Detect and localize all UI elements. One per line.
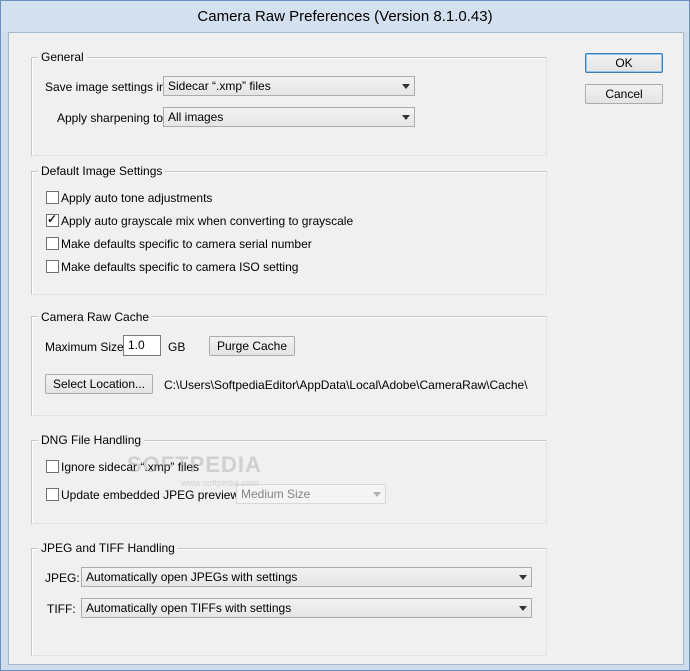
cache-path-text: C:\Users\SoftpediaEditor\AppData\Local\A… (164, 378, 528, 392)
cache-unit-label: GB (168, 340, 186, 354)
jpeg-handling-value: Automatically open JPEGs with settings (86, 570, 298, 584)
dialog-client-area: OK Cancel General Save image settings in… (8, 32, 684, 665)
dng-legend: DNG File Handling (38, 433, 145, 447)
purge-cache-button[interactable]: Purge Cache (209, 336, 295, 356)
max-size-label: Maximum Size: (45, 340, 128, 354)
sharpening-label: Apply sharpening to: (57, 111, 167, 125)
jpeg-tiff-legend: JPEG and TIFF Handling (38, 541, 178, 555)
chevron-down-icon (519, 606, 527, 611)
sharpening-select[interactable]: All images (163, 107, 415, 127)
max-size-input[interactable]: 1.0 (123, 335, 161, 356)
select-location-button[interactable]: Select Location... (45, 374, 153, 394)
ok-button[interactable]: OK (585, 53, 663, 73)
save-settings-value: Sidecar “.xmp” files (168, 79, 271, 93)
softpedia-watermark-url: www.softpedia.com (181, 478, 259, 488)
default-image-legend: Default Image Settings (38, 164, 166, 178)
iso-setting-checkbox[interactable] (46, 260, 59, 273)
auto-grayscale-checkbox[interactable]: ✓ (46, 212, 59, 227)
iso-setting-label[interactable]: Make defaults specific to camera ISO set… (61, 260, 298, 274)
update-previews-checkbox[interactable] (46, 488, 59, 501)
update-previews-label[interactable]: Update embedded JPEG previews: (61, 488, 248, 502)
dng-group (31, 440, 547, 524)
save-settings-select[interactable]: Sidecar “.xmp” files (163, 76, 415, 96)
preview-size-value: Medium Size (241, 487, 311, 501)
auto-tone-checkbox[interactable] (46, 191, 59, 204)
tiff-handling-value: Automatically open TIFFs with settings (86, 601, 292, 615)
jpeg-handling-select[interactable]: Automatically open JPEGs with settings (81, 567, 532, 587)
ignore-sidecar-checkbox[interactable] (46, 460, 59, 473)
chevron-down-icon (402, 84, 410, 89)
save-settings-label: Save image settings in: (45, 80, 170, 94)
cache-group (31, 316, 547, 416)
auto-tone-label[interactable]: Apply auto tone adjustments (61, 191, 212, 205)
window-title: Camera Raw Preferences (Version 8.1.0.43… (1, 1, 689, 32)
serial-number-label[interactable]: Make defaults specific to camera serial … (61, 237, 312, 251)
default-image-group (31, 171, 547, 295)
sharpening-value: All images (168, 110, 224, 124)
tiff-label: TIFF: (47, 602, 76, 616)
checkmark-icon: ✓ (47, 212, 58, 226)
serial-number-checkbox[interactable] (46, 237, 59, 250)
general-legend: General (38, 50, 87, 64)
preferences-window: Camera Raw Preferences (Version 8.1.0.43… (0, 0, 690, 671)
tiff-handling-select[interactable]: Automatically open TIFFs with settings (81, 598, 532, 618)
softpedia-watermark: SOFTPEDIA (127, 452, 262, 477)
cache-legend: Camera Raw Cache (38, 310, 153, 324)
jpeg-label: JPEG: (45, 571, 80, 585)
chevron-down-icon (402, 115, 410, 120)
chevron-down-icon (519, 575, 527, 580)
auto-grayscale-label[interactable]: Apply auto grayscale mix when converting… (61, 214, 353, 228)
cancel-button[interactable]: Cancel (585, 84, 663, 104)
chevron-down-icon (373, 492, 381, 497)
